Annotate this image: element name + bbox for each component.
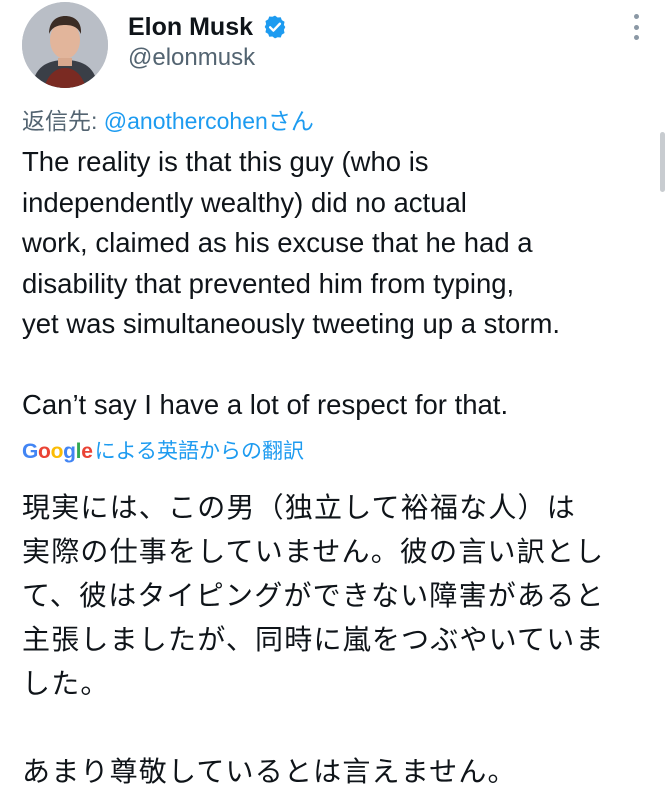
- reply-to-prefix: 返信先:: [22, 108, 104, 134]
- author-name[interactable]: Elon Musk: [128, 11, 253, 43]
- reply-to-line: 返信先: @anothercohenさん: [22, 106, 314, 136]
- translation-label-text: による英語からの翻訳: [94, 440, 304, 463]
- tweet-line: The reality is that this guy (who is: [22, 146, 429, 177]
- tweet-line: independently wealthy) did no actual: [22, 186, 467, 218]
- google-logo-letter: g: [63, 440, 76, 463]
- tweet-line: disability that prevented him from typin…: [22, 267, 515, 299]
- translated-line: 現実には、この男（独立して裕福な人）は: [22, 492, 576, 523]
- translated-line-break: [22, 706, 652, 750]
- google-logo-letter: o: [50, 440, 64, 463]
- tweet-text: The reality is that this guy (who is ind…: [22, 142, 662, 426]
- google-logo-letter: G: [22, 440, 39, 463]
- tweet-line: work, claimed as his excuse that he had …: [22, 227, 533, 258]
- reply-to-suffix[interactable]: さん: [268, 108, 314, 134]
- reply-to-mention[interactable]: @anothercohen: [104, 108, 268, 134]
- tweet-line: yet was simultaneously tweeting up a sto…: [22, 308, 561, 339]
- translation-label[interactable]: Googleによる英語からの翻訳: [22, 438, 304, 466]
- google-logo: Google: [22, 440, 93, 463]
- author-avatar[interactable]: [22, 2, 108, 88]
- more-options-icon[interactable]: [626, 14, 646, 40]
- translated-line: あまり尊敬しているとは言えません。: [22, 756, 517, 787]
- google-logo-letter: o: [38, 440, 51, 463]
- translated-line: 主張しましたが、同時に嵐をつぶやいていま: [22, 624, 605, 655]
- translated-line: て、彼はタイピングができない障害があると: [22, 580, 605, 611]
- tweet-line-break: [22, 345, 662, 386]
- verified-badge-icon: [264, 15, 286, 39]
- translated-line: した。: [22, 668, 110, 699]
- avatar-image: [22, 2, 108, 88]
- translated-text: 現実には、この男（独立して裕福な人）は 実際の仕事をしていません。彼の言い訳とし…: [22, 486, 652, 794]
- author-handle[interactable]: @elonmusk: [128, 43, 255, 73]
- tweet-line: Can’t say I have a lot of respect for th…: [22, 389, 509, 420]
- translated-line: 実際の仕事をしていません。彼の言い訳とし: [22, 536, 605, 567]
- google-logo-letter: e: [81, 440, 93, 463]
